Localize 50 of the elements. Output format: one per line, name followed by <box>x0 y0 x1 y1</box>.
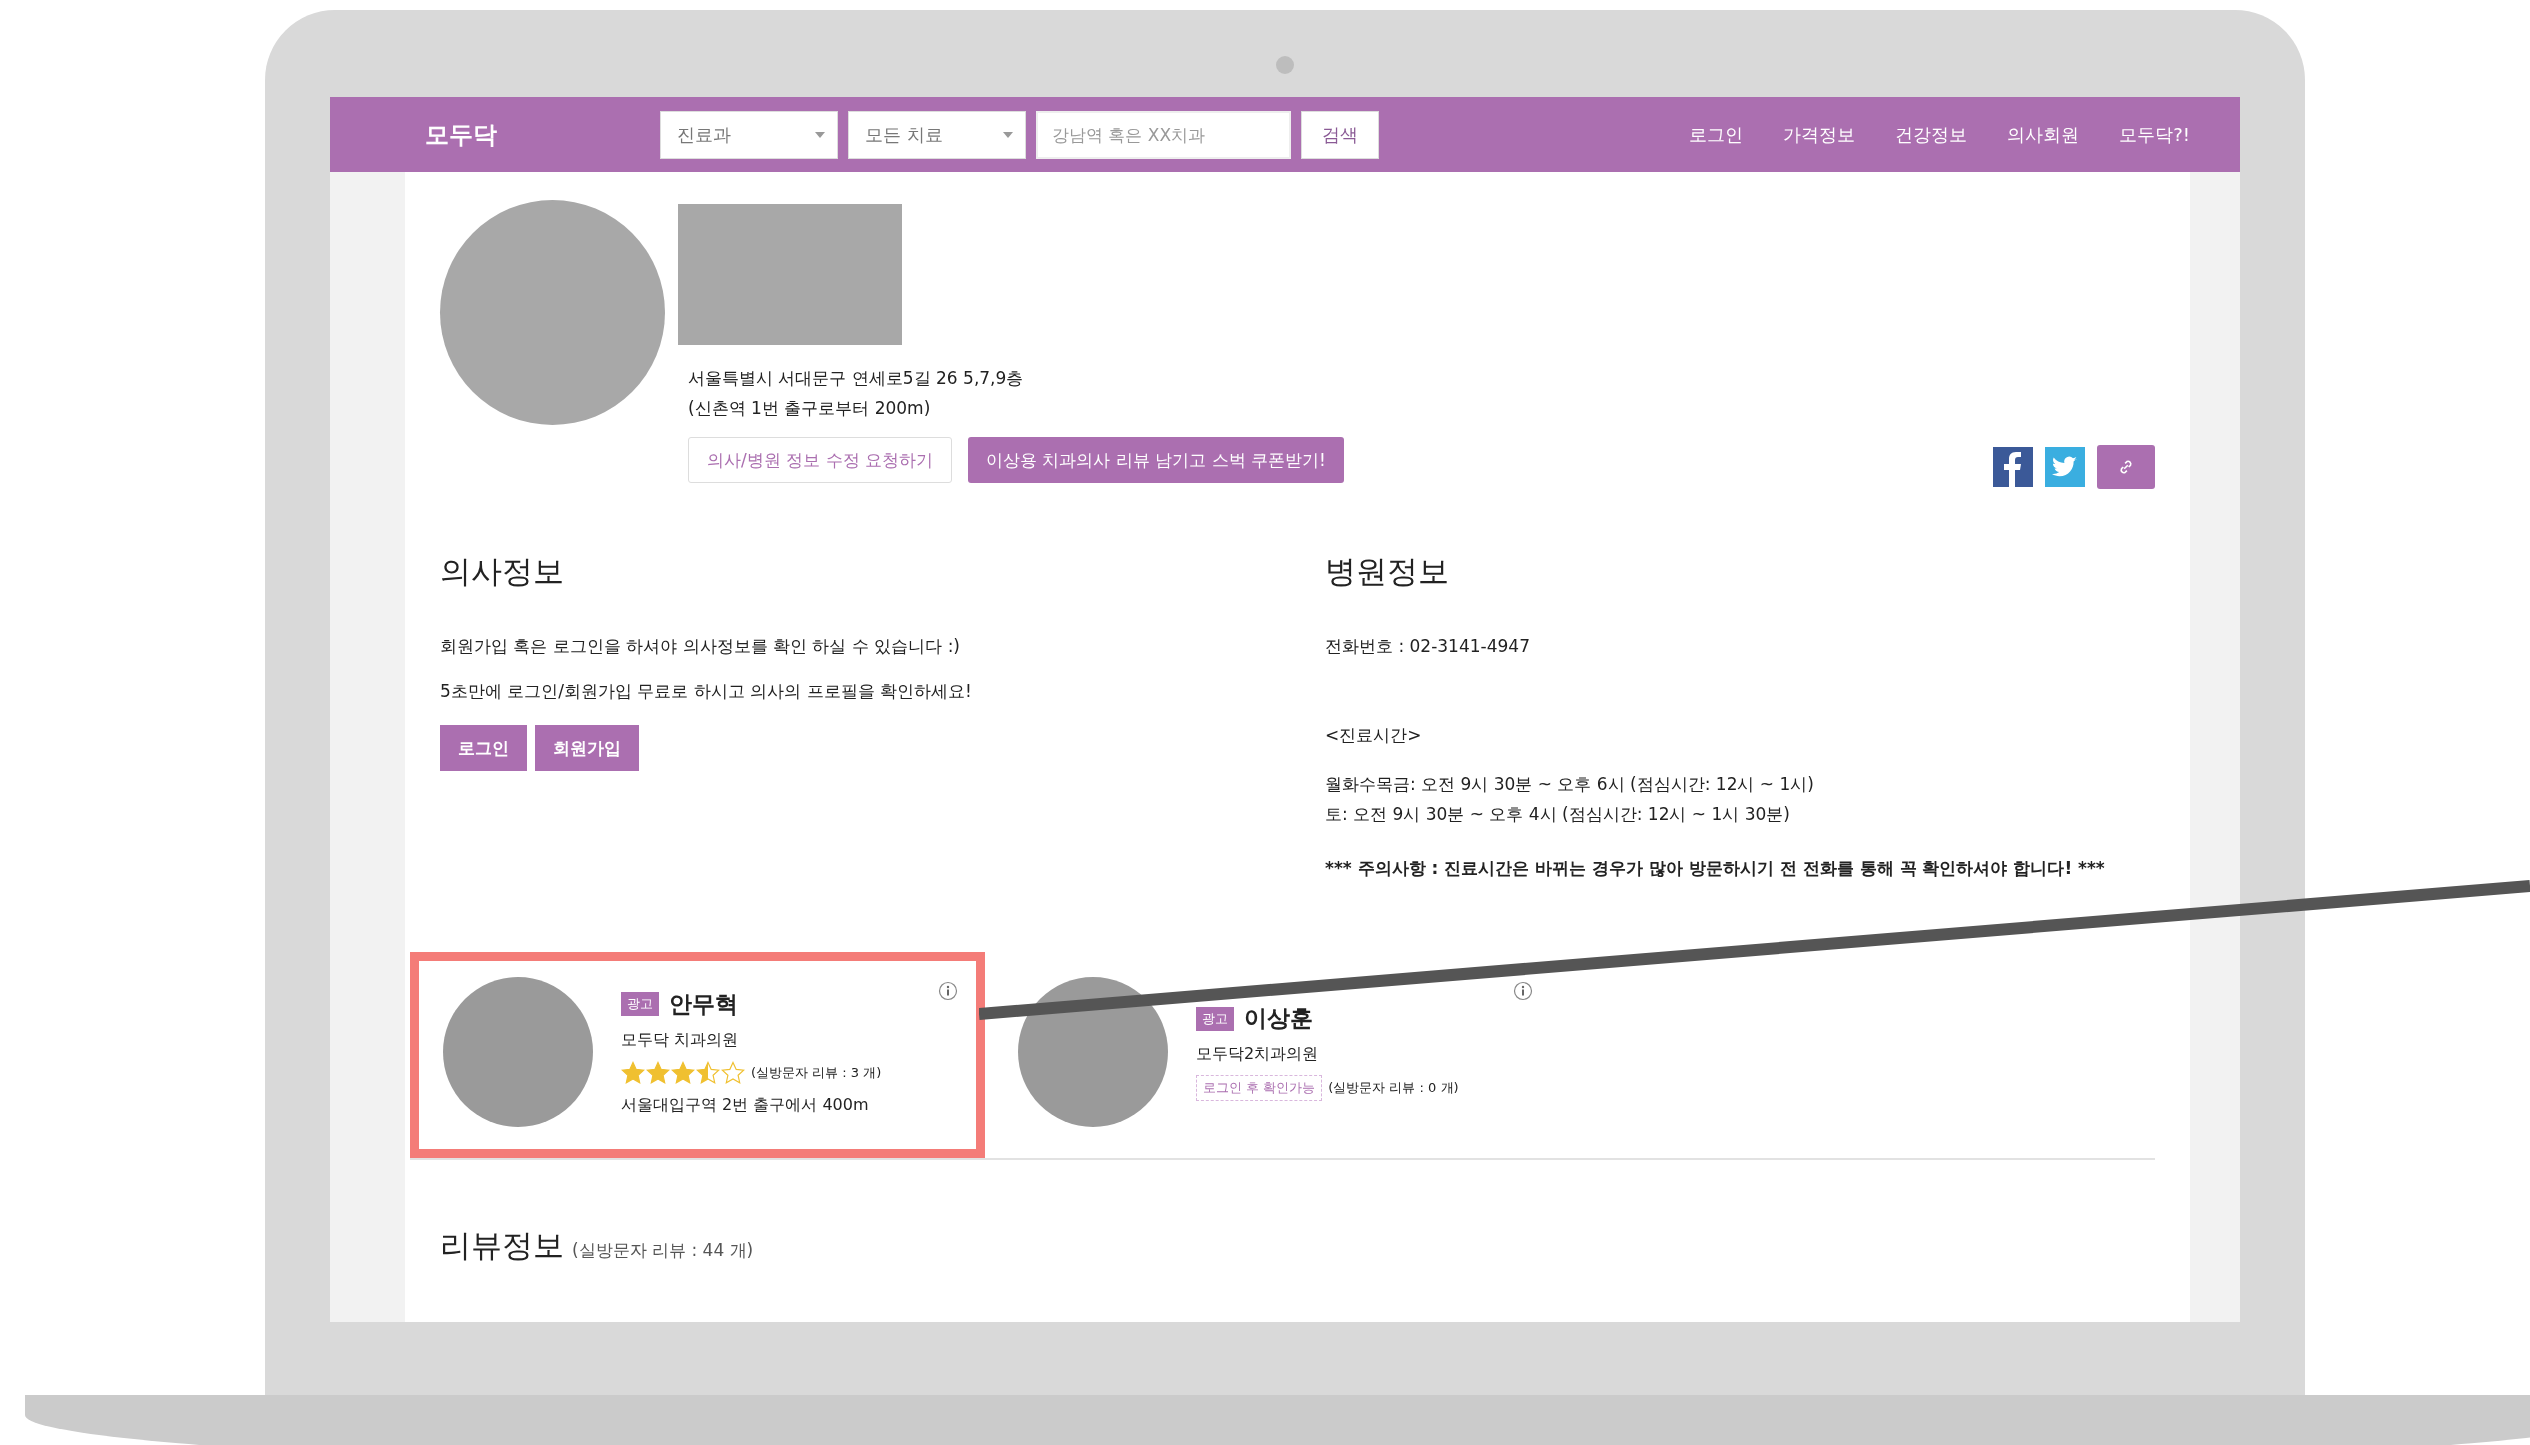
info-text: 회원가입 혹은 로그인을 하셔야 의사정보를 확인 하실 수 있습니다 :) <box>440 635 961 658</box>
distance-text: 서울대입구역 2번 출구에서 400m <box>621 1094 870 1116</box>
dropdown[interactable]: 모든 치료 <box>848 110 1026 159</box>
star-icon <box>646 1060 670 1085</box>
info-text: 5초만에 로그인/회원가입 무료로 하시고 의사의 프로필을 확인하세요! <box>440 680 973 703</box>
hours-title: <진료시간> <box>1325 724 1423 747</box>
caret-icon <box>1003 131 1013 138</box>
dropdown[interactable]: 진료과 <box>660 110 838 159</box>
notice-text: *** 주의사항 : 진료시간은 바뀌는 경우가 많아 방문하시기 전 전화를 통해 꼭 확인하셔야 합니다! *** <box>1325 857 2105 880</box>
edit-request-button[interactable]: 의사/병원 정보 수정 요청하기 <box>688 437 952 483</box>
link-icon <box>2117 458 2135 476</box>
logo[interactable]: 모두닥 <box>425 118 660 151</box>
star-icon <box>671 1060 695 1085</box>
auth-button[interactable]: 로그인 <box>440 725 527 771</box>
section-heading: 리뷰정보 <box>440 1226 564 1265</box>
nav-link[interactable]: 모두닥?! <box>2119 122 2190 147</box>
section-heading: 의사정보 <box>440 552 565 591</box>
review-coupon-button[interactable]: 이상용 치과의사 리뷰 남기고 스벅 쿠폰받기! <box>967 437 1344 483</box>
search-field[interactable]: 강남역 혹은 XX치과 <box>1036 110 1291 159</box>
doctor-name: 이상훈 <box>1244 1004 1313 1033</box>
ad-badge: 광고 <box>621 992 659 1016</box>
review-total: (실방문자 리뷰 : 44 개) <box>572 1239 754 1262</box>
nav-link[interactable]: 로그인 <box>1689 122 1744 147</box>
star-icon <box>721 1060 745 1085</box>
info-icon[interactable] <box>1513 981 1533 1001</box>
nav-link[interactable]: 의사회원 <box>2007 122 2080 147</box>
ad-card[interactable]: 광고 이상훈 모두닥2치과의원 로그인 후 확인가능 (실방문자 리뷰 : 0 개) <box>985 952 1560 1158</box>
doctor-name: 안무혁 <box>669 989 738 1019</box>
address-text: (신촌역 1번 출구로부터 200m) <box>688 397 932 420</box>
review-count: (실방문자 리뷰 : 3 개) <box>751 1063 882 1082</box>
review-count: (실방문자 리뷰 : 0 개) <box>1328 1079 1459 1097</box>
highlighted-ad-card[interactable]: 광고 안무혁 모두닥 치과의원 (실방문자 리뷰 : 3 개) 서울대입구역 2번 출구에서 400m <box>410 952 985 1158</box>
facebook-icon[interactable] <box>1993 447 2033 487</box>
locked-rating-label: 로그인 후 확인가능 <box>1196 1075 1323 1101</box>
address-text: 서울특별시 서대문구 연세로5길 26 5,7,9층 <box>688 367 1025 390</box>
phone-text: 전화번호 : 02-3141-4947 <box>1325 635 1531 658</box>
info-icon[interactable] <box>938 981 958 1001</box>
star-icon <box>696 1060 720 1085</box>
section-heading: 병원정보 <box>1325 552 1450 591</box>
hours-text: 토: 오전 9시 30분 ~ 오후 4시 (점심시간: 12시 ~ 1시 30분) <box>1325 803 1791 826</box>
star-icon <box>621 1060 645 1085</box>
auth-button[interactable]: 회원가입 <box>535 725 639 771</box>
nav-link[interactable]: 건강정보 <box>1895 122 1968 147</box>
ad-badge: 광고 <box>1196 1006 1234 1031</box>
caret-icon <box>815 131 825 138</box>
search-button[interactable]: 검색 <box>1301 110 1379 159</box>
clinic-name: 모두닥 치과의원 <box>621 1029 740 1051</box>
hours-text: 월화수목금: 오전 9시 30분 ~ 오후 6시 (점심시간: 12시 ~ 1시) <box>1325 773 1815 796</box>
clinic-name: 모두닥2치과의원 <box>1196 1044 1320 1065</box>
nav-link[interactable]: 가격정보 <box>1783 122 1856 147</box>
